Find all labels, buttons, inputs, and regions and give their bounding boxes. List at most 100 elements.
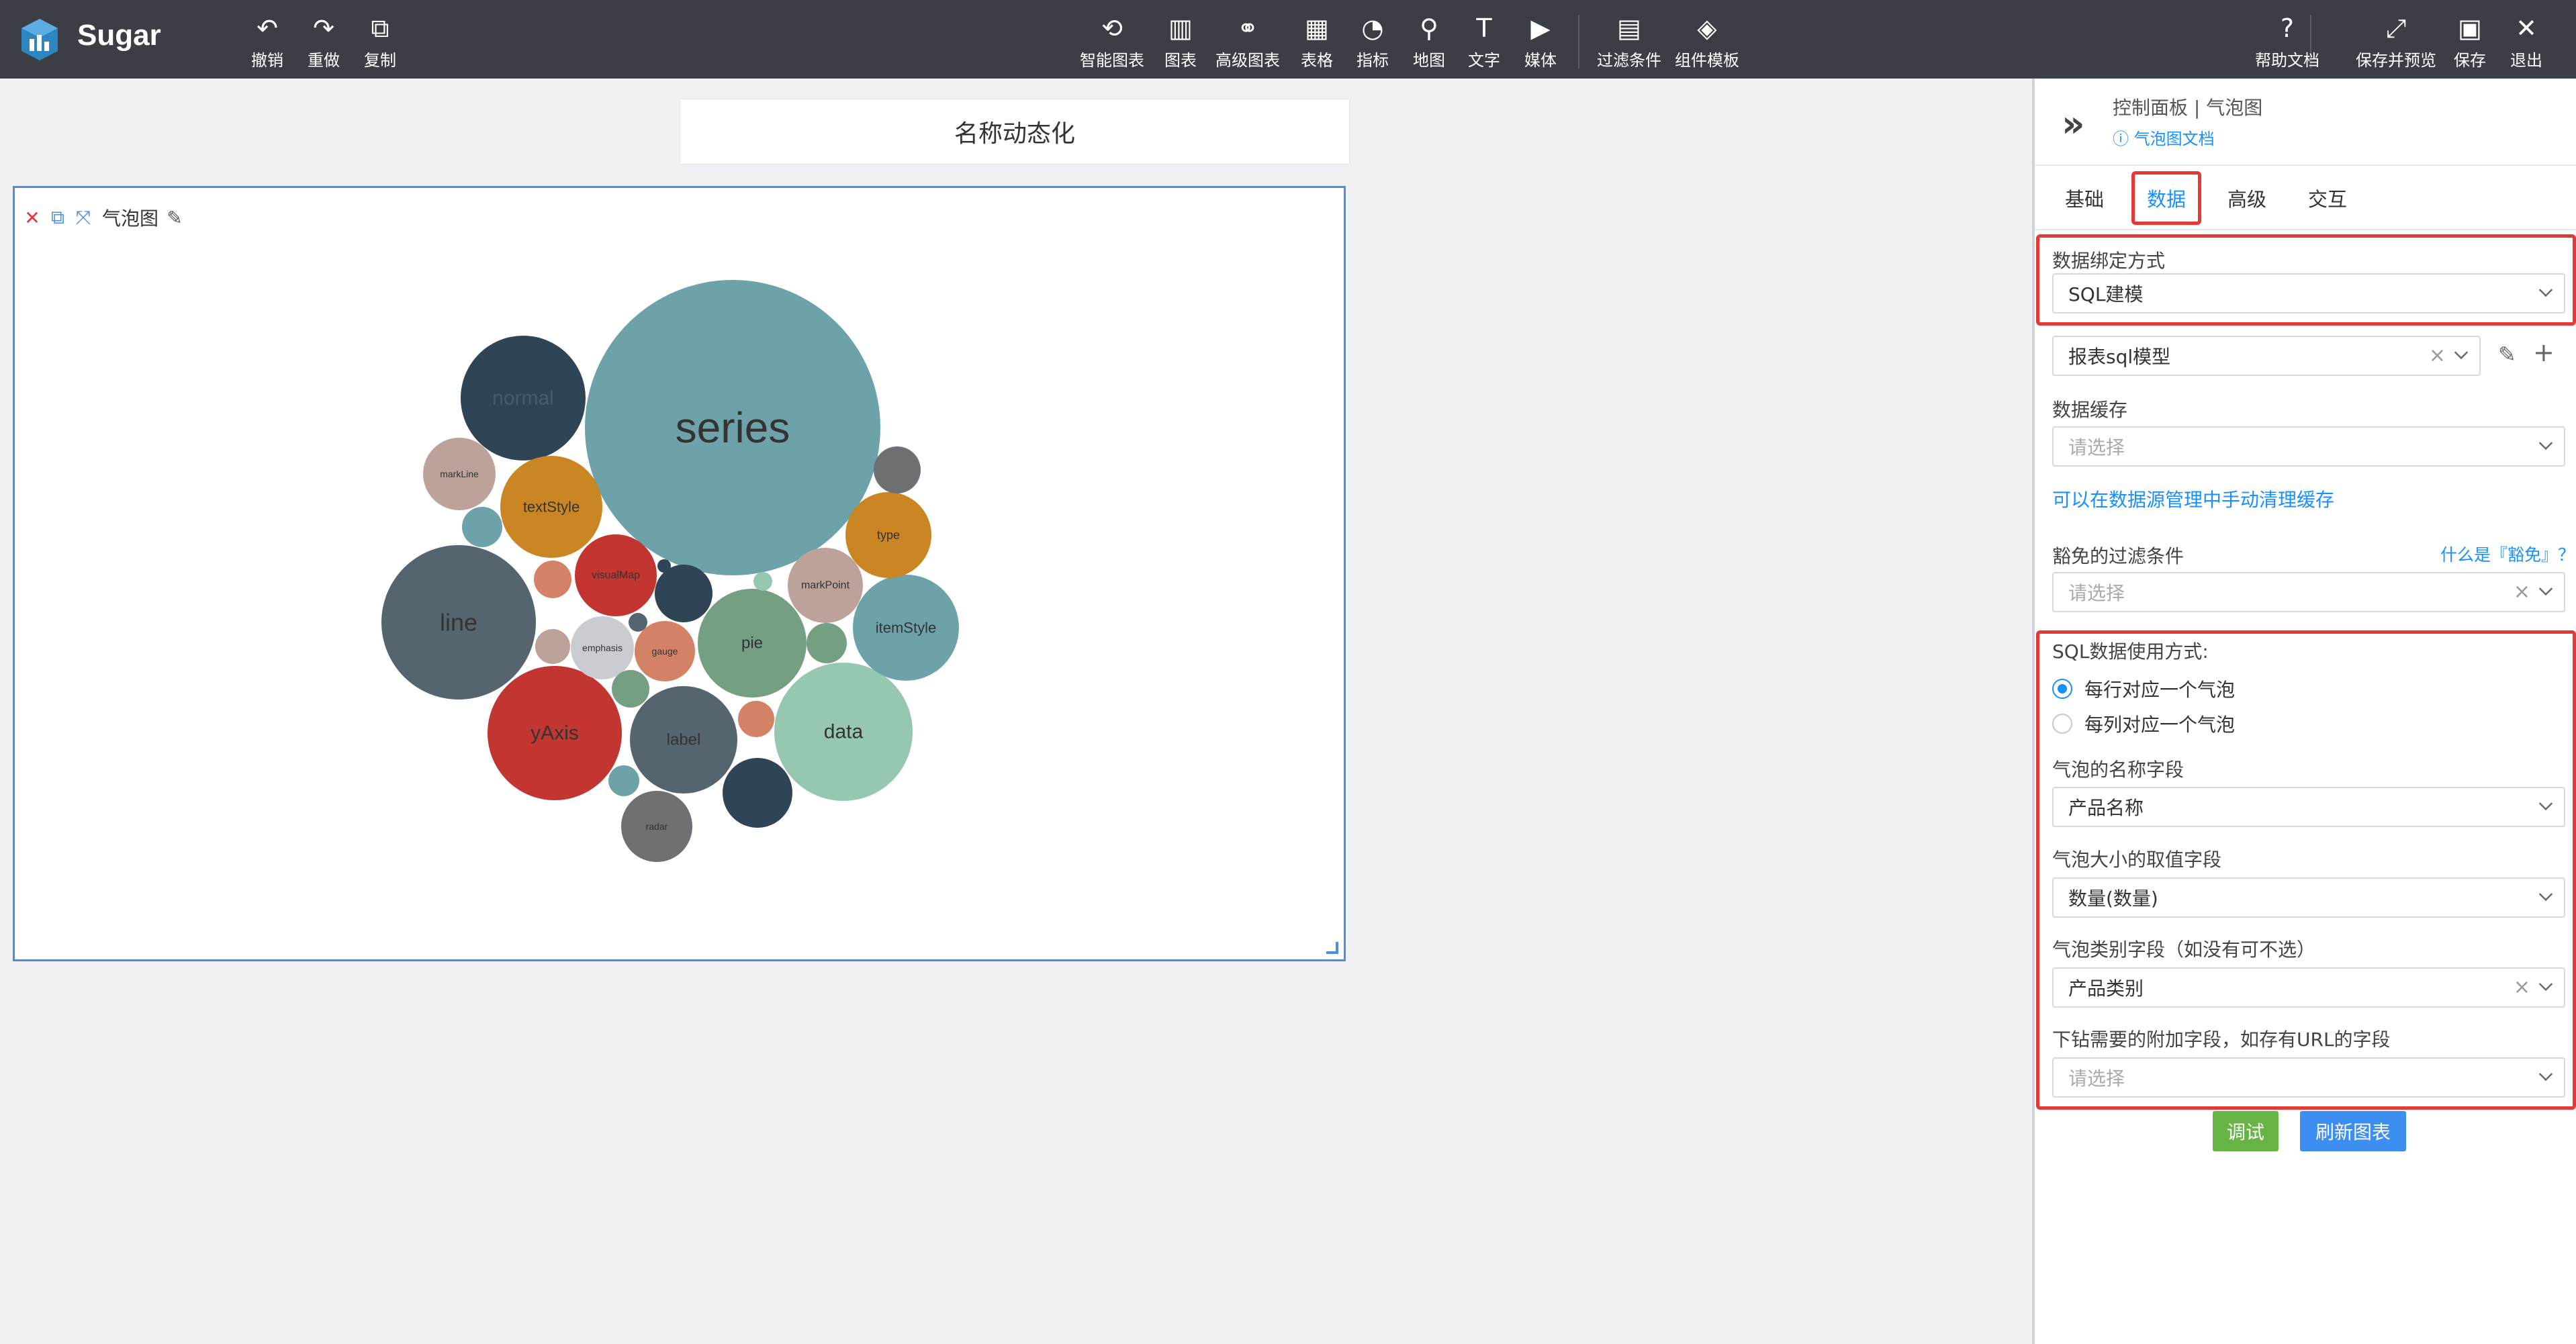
chevron-down-icon	[2538, 436, 2553, 450]
toolbar-center-label: 表格	[1301, 51, 1333, 70]
debug-button[interactable]: 调试	[2213, 1111, 2279, 1151]
chevron-down-icon	[2454, 345, 2469, 360]
exempt-select-placeholder: 请选择	[2068, 582, 2125, 604]
drill-field-label: 下钻需要的附加字段，如存有URL的字段	[2052, 1028, 2391, 1051]
bubble-item[interactable]	[657, 559, 671, 573]
radio-per-column[interactable]: 每列对应一个气泡	[2052, 710, 2235, 737]
bubble-item[interactable]	[655, 565, 712, 622]
bubble-item[interactable]	[874, 446, 921, 493]
sugar-logo-icon	[21, 19, 58, 60]
drill-field-placeholder: 请选择	[2068, 1067, 2125, 1090]
exempt-select[interactable]: 请选择 ×	[2052, 572, 2565, 612]
app-name: Sugar	[77, 19, 161, 52]
filter-icon: ▤	[1617, 13, 1641, 43]
top-toolbar: Sugar ↶ 撤销 ↷ 重做 ⧉ 复制 ⟲ 智能图表 ▥ 图表 ⚭ 高级图表 ▦ 表格 ◔ 指标 ⚲ 地图 T 文…	[0, 0, 2576, 79]
bubble-label-yAxis: yAxis	[531, 722, 579, 745]
category-field-label: 气泡类别字段（如没有可不选）	[2052, 939, 2316, 961]
bubble-label-line: line	[440, 609, 477, 636]
exempt-help-link[interactable]: 什么是『豁免』？	[2440, 542, 2575, 566]
radio-unchecked-icon[interactable]	[2052, 714, 2072, 734]
clear-icon[interactable]: ×	[2429, 344, 2446, 367]
resize-handle[interactable]	[1326, 942, 1338, 954]
bubble-label-textStyle: textStyle	[523, 499, 580, 516]
bubble-item[interactable]	[462, 507, 502, 547]
chevron-down-icon	[2538, 1067, 2553, 1082]
toolbar-right-button-3[interactable]: ✕ 退出	[2510, 13, 2542, 71]
bubble-item[interactable]	[723, 758, 792, 828]
bubble-label-visualMap: visualMap	[592, 570, 640, 581]
toolbar-center-button-0[interactable]: ⟲ 智能图表	[1080, 13, 1144, 71]
bubble-item[interactable]	[535, 629, 570, 664]
chevron-down-icon	[2538, 796, 2553, 811]
size-field-select[interactable]: 数量(数量)	[2052, 877, 2565, 918]
bubble-item[interactable]	[534, 561, 571, 598]
toolbar-left-button-1[interactable]: ↷ 重做	[308, 13, 340, 71]
table-icon: ▦	[1305, 13, 1329, 43]
chevron-down-icon	[2538, 977, 2553, 992]
close-icon: ✕	[2516, 13, 2537, 43]
clear-icon[interactable]: ×	[2514, 580, 2530, 604]
chart-doc-link-label[interactable]: 气泡图文档	[2134, 130, 2215, 148]
bubble-item[interactable]	[629, 613, 647, 632]
radio-per-row[interactable]: 每行对应一个气泡	[2052, 675, 2235, 702]
toolbar-left-button-0[interactable]: ↶ 撤销	[251, 13, 283, 71]
bubble-label-type: type	[877, 528, 900, 542]
toolbar-center-button-8[interactable]: ▤ 过滤条件	[1597, 13, 1661, 71]
radio-per-row-label: 每行对应一个气泡	[2084, 679, 2236, 701]
bubble-chart-widget[interactable]: ✕ ⧉ ⤧ 气泡图 ✎ series normal line yAxis data lab…	[13, 186, 1346, 961]
name-field-select[interactable]: 产品名称	[2052, 787, 2565, 827]
toolbar-center-button-2[interactable]: ⚭ 高级图表	[1215, 13, 1280, 71]
toolbar-center-label: 指标	[1356, 51, 1389, 70]
tab-advanced[interactable]: 高级	[2213, 166, 2281, 230]
tab-basic[interactable]: 基础	[2051, 166, 2118, 230]
text-icon: T	[1476, 13, 1492, 43]
dashboard-title[interactable]: 名称动态化	[680, 99, 1350, 164]
toolbar-center-button-6[interactable]: T 文字	[1468, 13, 1500, 71]
binding-select-value: SQL建模	[2068, 283, 2144, 305]
binding-select[interactable]: SQL建模	[2052, 273, 2565, 314]
clear-cache-link[interactable]: 可以在数据源管理中手动清理缓存	[2052, 485, 2334, 512]
bubble-item[interactable]	[612, 670, 649, 708]
radio-checked-icon[interactable]	[2052, 679, 2072, 699]
size-field-label: 气泡大小的取值字段	[2052, 849, 2222, 871]
category-field-select[interactable]: 产品类别 ×	[2052, 967, 2565, 1008]
chevron-down-icon	[2538, 887, 2553, 902]
add-model-icon[interactable]: +	[2533, 338, 2555, 367]
help-icon: ?	[2280, 13, 2295, 43]
bubble-item[interactable]	[753, 572, 772, 591]
template-icon: ◈	[1697, 13, 1717, 43]
bubble-item[interactable]	[807, 623, 847, 663]
toolbar-center-button-1[interactable]: ▥ 图表	[1164, 13, 1197, 71]
toolbar-right-label: 退出	[2510, 51, 2542, 70]
cache-label: 数据缓存	[2052, 399, 2128, 421]
collapse-panel-icon[interactable]: ››	[2062, 103, 2084, 145]
toolbar-right-button-0[interactable]: ? 帮助文档	[2255, 13, 2319, 71]
tab-interaction[interactable]: 交互	[2294, 166, 2361, 230]
chart-doc-link[interactable]: ⓘ 气泡图文档	[2113, 126, 2215, 149]
cache-select-placeholder: 请选择	[2068, 436, 2125, 459]
model-select[interactable]: 报表sql模型 ×	[2052, 336, 2481, 376]
bubble-label-gauge: gauge	[652, 646, 678, 657]
toolbar-center-button-7[interactable]: ▶ 媒体	[1524, 13, 1557, 71]
advanced-chart-icon: ⚭	[1237, 13, 1258, 43]
toolbar-right-button-1[interactable]: ⤢ 保存并预览	[2356, 13, 2436, 71]
bubble-item[interactable]	[738, 701, 774, 737]
refresh-chart-button[interactable]: 刷新图表	[2300, 1111, 2406, 1151]
bar-chart-icon: ▥	[1168, 13, 1193, 43]
toolbar-center-button-3[interactable]: ▦ 表格	[1301, 13, 1333, 71]
clear-icon[interactable]: ×	[2514, 975, 2530, 999]
toolbar-left-button-2[interactable]: ⧉ 复制	[364, 13, 396, 71]
bubble-label-pie: pie	[741, 634, 763, 653]
toolbar-center-button-9[interactable]: ◈ 组件模板	[1675, 13, 1739, 71]
panel-breadcrumb: 控制面板 | 气泡图	[2113, 97, 2263, 119]
bubble-item[interactable]	[608, 765, 639, 796]
toolbar-center-button-5[interactable]: ⚲ 地图	[1413, 13, 1445, 71]
save-icon: ▣	[2458, 13, 2482, 43]
bubble-label-data: data	[824, 721, 864, 743]
toolbar-center-button-4[interactable]: ◔ 指标	[1356, 13, 1389, 71]
bubble-label-itemStyle: itemStyle	[876, 620, 936, 636]
drill-field-select[interactable]: 请选择	[2052, 1057, 2565, 1098]
cache-select[interactable]: 请选择	[2052, 426, 2565, 467]
edit-model-icon[interactable]: ✎	[2498, 342, 2516, 367]
toolbar-right-button-2[interactable]: ▣ 保存	[2454, 13, 2486, 71]
